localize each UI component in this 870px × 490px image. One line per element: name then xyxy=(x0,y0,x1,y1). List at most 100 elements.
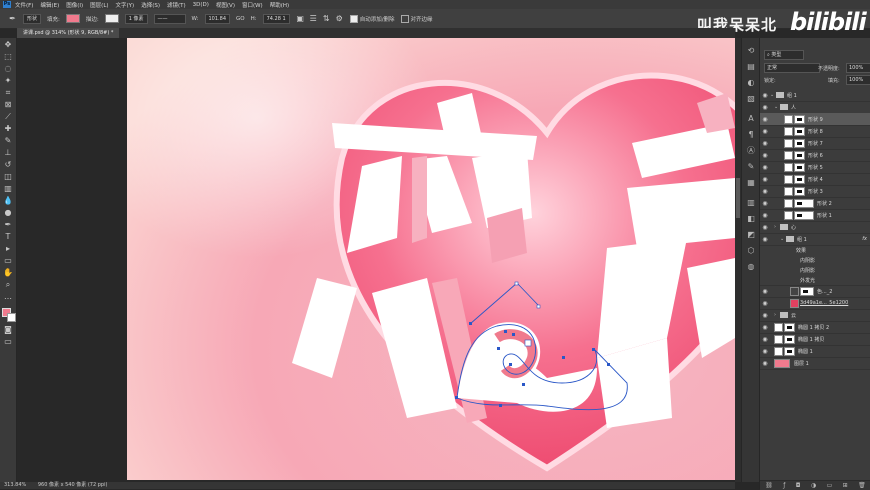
visibility-eye-icon[interactable]: ◉ xyxy=(760,212,770,219)
healing-brush-icon[interactable]: ✚ xyxy=(3,124,13,134)
layer-row[interactable]: ◉ 图层 1 xyxy=(760,357,870,370)
paragraph-icon[interactable]: ¶ xyxy=(746,130,756,140)
properties-icon[interactable]: ▤ xyxy=(746,62,756,72)
menu-layer[interactable]: 图层(L) xyxy=(90,1,108,9)
channels-icon[interactable]: ◩ xyxy=(746,230,756,240)
visibility-eye-icon[interactable]: ◉ xyxy=(760,324,770,331)
pen-tool-icon[interactable]: ✒ xyxy=(8,14,17,23)
path-select-icon[interactable]: ▸ xyxy=(3,244,13,254)
scrollbar-thumb[interactable] xyxy=(736,178,740,218)
visibility-eye-icon[interactable]: ◉ xyxy=(760,176,770,183)
brush-settings-icon[interactable]: ✎ xyxy=(746,162,756,172)
stroke-type-select[interactable]: —— xyxy=(153,13,186,24)
path-alignment-icon[interactable]: ☰ xyxy=(309,14,318,23)
zoom-level[interactable]: 313.84% xyxy=(4,482,26,488)
effect-row[interactable]: 内阴影 xyxy=(760,265,870,275)
visibility-eye-icon[interactable]: ◉ xyxy=(760,348,770,355)
menu-filter[interactable]: 滤镜(T) xyxy=(167,1,186,9)
visibility-eye-icon[interactable]: ◉ xyxy=(760,104,770,111)
visibility-eye-icon[interactable]: ◉ xyxy=(760,164,770,171)
effect-row[interactable]: 内阴影 xyxy=(760,255,870,265)
menu-edit[interactable]: 编辑(E) xyxy=(40,1,59,9)
visibility-eye-icon[interactable]: ◉ xyxy=(760,152,770,159)
new-group-icon[interactable]: ▭ xyxy=(827,482,833,489)
more-tools-icon[interactable]: … xyxy=(3,292,13,302)
visibility-eye-icon[interactable]: ◉ xyxy=(760,336,770,343)
visibility-eye-icon[interactable]: ◉ xyxy=(760,360,770,367)
swatches-icon[interactable]: ▦ xyxy=(746,178,756,188)
menu-type[interactable]: 文字(Y) xyxy=(116,1,135,9)
frame-tool-icon[interactable]: ⊠ xyxy=(3,100,13,110)
paths-icon[interactable]: ⬡ xyxy=(746,246,756,256)
screen-mode-icon[interactable]: ▭ xyxy=(3,337,13,347)
opacity-field[interactable]: 100% xyxy=(846,63,870,73)
libraries-icon[interactable]: ▥ xyxy=(746,198,756,208)
path-arrangement-icon[interactable]: ⇅ xyxy=(322,14,331,23)
type-tool-icon[interactable]: T xyxy=(3,232,13,242)
background-color-swatch[interactable] xyxy=(7,313,16,322)
fx-icon[interactable]: fx xyxy=(862,236,867,242)
auto-add-checkbox[interactable] xyxy=(349,14,358,23)
add-mask-icon[interactable]: ◘ xyxy=(796,482,801,489)
layers-icon[interactable]: ◧ xyxy=(746,214,756,224)
document-tab[interactable]: 讲课.psd @ 314% (形状 9, RGB/8#) * xyxy=(17,28,120,38)
new-layer-icon[interactable]: ⊞ xyxy=(843,482,848,489)
link-go[interactable]: GO xyxy=(236,16,245,22)
height-field[interactable]: 74.28 1 xyxy=(262,13,290,24)
visibility-eye-icon[interactable]: ◉ xyxy=(760,128,770,135)
menu-view[interactable]: 视图(V) xyxy=(216,1,235,9)
fill-swatch[interactable] xyxy=(65,14,80,23)
blend-mode-select[interactable]: 正常 xyxy=(764,63,820,73)
menu-file[interactable]: 文件(F) xyxy=(15,1,33,9)
menu-help[interactable]: 帮助(H) xyxy=(270,1,289,9)
move-tool-icon[interactable]: ✥ xyxy=(3,40,13,50)
magic-wand-icon[interactable]: ✦ xyxy=(3,76,13,86)
eyedropper-icon[interactable]: ⟋ xyxy=(3,112,13,122)
align-edges-checkbox[interactable] xyxy=(400,14,409,23)
blur-tool-icon[interactable]: 💧 xyxy=(3,196,13,206)
glyph-icon[interactable]: Ⓐ xyxy=(746,146,756,156)
stroke-width-field[interactable]: 1 像素 xyxy=(124,13,148,24)
effects-row[interactable]: 效果 xyxy=(760,245,870,255)
add-style-icon[interactable]: ƒ xyxy=(783,482,785,489)
fill-field[interactable]: 100% xyxy=(846,75,870,85)
gradient-tool-icon[interactable]: ▥ xyxy=(3,184,13,194)
crop-tool-icon[interactable]: ⌗ xyxy=(3,88,13,98)
visibility-eye-icon[interactable]: ◉ xyxy=(760,188,770,195)
color-icon[interactable]: ◍ xyxy=(746,262,756,272)
dodge-tool-icon[interactable]: ● xyxy=(3,208,13,218)
gear-icon[interactable]: ⚙ xyxy=(335,14,344,23)
visibility-eye-icon[interactable]: ◉ xyxy=(760,200,770,207)
eraser-icon[interactable]: ◫ xyxy=(3,172,13,182)
history-icon[interactable]: ⟲ xyxy=(746,46,756,56)
quick-mask-icon[interactable]: ◙ xyxy=(3,325,13,335)
menu-image[interactable]: 图像(I) xyxy=(66,1,83,9)
link-layers-icon[interactable]: ⛓ xyxy=(765,482,773,489)
adjustment-layer-icon[interactable]: ◑ xyxy=(811,482,816,489)
shape-tool-icon[interactable]: ▭ xyxy=(3,256,13,266)
canvas[interactable] xyxy=(127,38,735,480)
delete-layer-icon[interactable]: 🗑 xyxy=(858,482,866,489)
visibility-eye-icon[interactable]: ◉ xyxy=(760,224,770,231)
visibility-eye-icon[interactable]: ◉ xyxy=(760,140,770,147)
menu-3d[interactable]: 3D(D) xyxy=(193,2,209,8)
menu-select[interactable]: 选择(S) xyxy=(141,1,160,9)
filter-kind-select[interactable]: ⌕ 类型 xyxy=(764,50,804,60)
visibility-eye-icon[interactable]: ◉ xyxy=(760,300,770,307)
clone-stamp-icon[interactable]: ⊥ xyxy=(3,148,13,158)
hand-tool-icon[interactable]: ✋ xyxy=(3,268,13,278)
history-brush-icon[interactable]: ↺ xyxy=(3,160,13,170)
adjustments-icon[interactable]: ▧ xyxy=(746,94,756,104)
brush-tool-icon[interactable]: ✎ xyxy=(3,136,13,146)
visibility-eye-icon[interactable]: ◉ xyxy=(760,236,770,243)
width-field[interactable]: 101.84 xyxy=(204,13,230,24)
marquee-tool-icon[interactable]: ⬚ xyxy=(3,52,13,62)
stroke-swatch[interactable] xyxy=(104,14,119,23)
zoom-tool-icon[interactable]: ⌕ xyxy=(3,280,13,290)
visibility-eye-icon[interactable]: ◉ xyxy=(760,312,770,319)
lasso-tool-icon[interactable]: ◌ xyxy=(3,64,13,74)
tool-mode-select[interactable]: 形状 xyxy=(23,13,42,24)
visibility-eye-icon[interactable]: ◉ xyxy=(760,288,770,295)
menu-window[interactable]: 窗口(W) xyxy=(242,1,263,9)
visibility-eye-icon[interactable]: ◉ xyxy=(760,116,770,123)
